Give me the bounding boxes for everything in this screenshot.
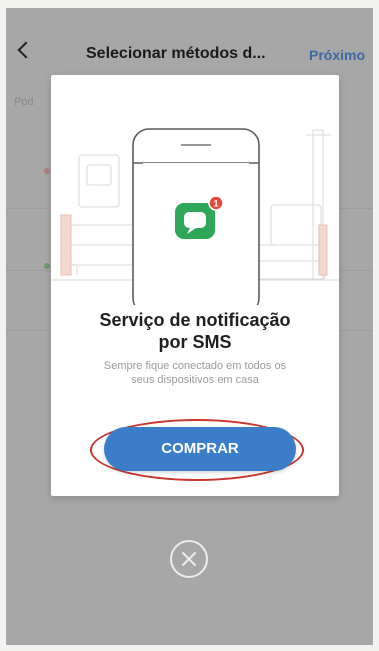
background-dot bbox=[44, 168, 50, 174]
background-hint-text: Pod bbox=[14, 96, 34, 108]
modal-subtitle: Sempre fique conectado em todos os seus … bbox=[67, 359, 323, 387]
modal-subtitle-line1: Sempre fique conectado em todos os bbox=[103, 360, 287, 372]
chevron-left-icon[interactable] bbox=[17, 41, 35, 59]
modal-subtitle-line2: seus dispositivos em casa bbox=[131, 374, 259, 386]
modal-title: Serviço de notificação por SMS bbox=[51, 309, 339, 353]
modal-title-line2: por SMS bbox=[158, 332, 232, 352]
modal-title-line1: Serviço de notificação bbox=[99, 310, 291, 330]
background-dot bbox=[44, 263, 50, 269]
buy-button[interactable]: COMPRAR bbox=[104, 427, 296, 471]
next-button[interactable]: Próximo bbox=[309, 45, 365, 65]
close-icon bbox=[182, 552, 196, 566]
page-title: Selecionar métodos d... bbox=[86, 45, 266, 62]
phone-illustration: 1 bbox=[51, 128, 339, 305]
close-button[interactable] bbox=[170, 540, 208, 578]
phone-screen: Selecionar métodos d... Próximo Pod 1 Se… bbox=[6, 8, 373, 645]
sms-service-modal: 1 Serviço de notificação por SMS Sempre … bbox=[51, 75, 339, 496]
notification-badge-count: 1 bbox=[213, 199, 218, 209]
app-bar: Selecionar métodos d... Próximo bbox=[6, 8, 373, 70]
